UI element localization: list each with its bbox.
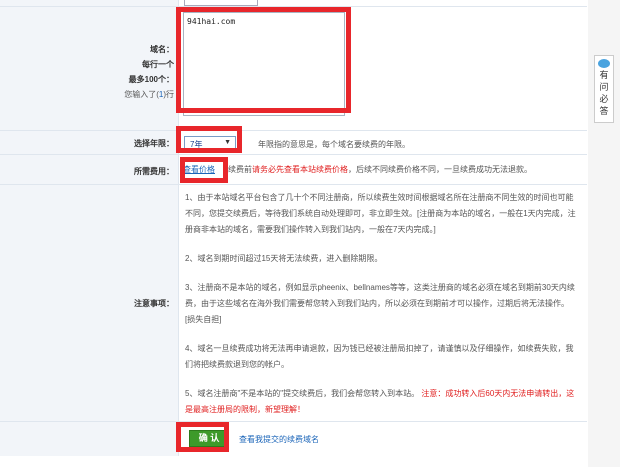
note-1: 1、由于本站域名平台包含了几十个不同注册商，所以续费生效时间根据域名所在注册商不… xyxy=(185,193,576,234)
renew-form: 域名： 每行一个 最多100个： 您输入了(1)行 941hai.com 选择年… xyxy=(0,0,587,467)
highlight-year-select xyxy=(176,126,242,153)
note-5: 5、域名注册商"不是本站的"提交续费后，我们会帮您转入到本站。 注意：成功转入后… xyxy=(185,389,575,414)
submit-row: 确 认 查看我提交的续费域名 xyxy=(0,422,587,456)
highlight-price-link xyxy=(180,157,228,183)
help-tab[interactable]: 有问必答 xyxy=(594,55,614,123)
notes-row: 注意事项： 1、由于本站域名平台包含了几十个不同注册商，所以续费生效时间根据域名… xyxy=(0,185,587,422)
chat-bubble-icon xyxy=(598,59,610,68)
note-4: 4、域名一旦续费成功将无法再申请退款，因为钱已经被注册局扣掉了，请谨慎以及仔细操… xyxy=(185,344,574,369)
partial-select[interactable] xyxy=(184,0,258,6)
domain-label: 域名： xyxy=(150,45,174,54)
help-label: 有问必答 xyxy=(599,70,609,116)
fee-label: 所需费用： xyxy=(134,167,174,176)
highlight-confirm-button xyxy=(176,422,229,452)
max-label: 最多100个： xyxy=(128,75,174,84)
line-count: 您输入了(1)行 xyxy=(124,90,174,99)
year-row: 选择年限： 7年 ▼ 年限指的意思是，每个域名要续费的年限。 xyxy=(0,131,587,155)
fee-row: 所需费用： 查看价格 续费前请务必先查看本站续费价格，后续不同续费价格不同，一旦… xyxy=(0,155,587,185)
per-line-label: 每行一个 xyxy=(142,60,174,69)
year-hint: 年限指的意思是，每个域名要续费的年限。 xyxy=(258,140,410,149)
view-submitted-link[interactable]: 查看我提交的续费域名 xyxy=(239,434,319,445)
top-partial-row xyxy=(0,0,587,7)
note-3: 3、注册商不是本站的域名，例如显示pheenix、bellnames等等，这类注… xyxy=(185,283,575,324)
note-2: 2、域名到期时间超过15天将无法续费，进入删除期限。 xyxy=(185,254,383,263)
notes-label: 注意事项： xyxy=(134,299,174,308)
fee-note: 续费前请务必先查看本站续费价格，后续不同续费价格不同，一旦续费成功无法退款。 xyxy=(228,165,532,174)
highlight-textarea xyxy=(176,7,351,113)
year-label: 选择年限： xyxy=(134,139,174,148)
